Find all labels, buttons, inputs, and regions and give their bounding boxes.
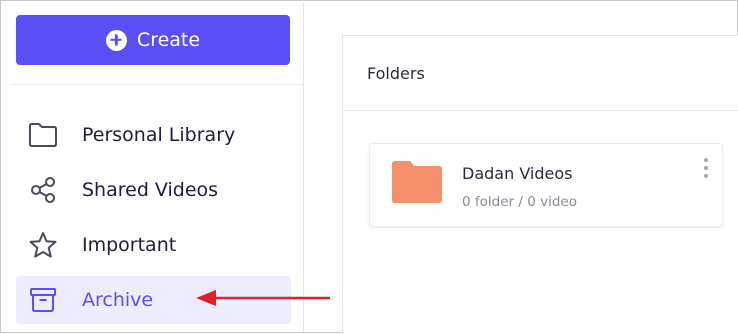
sidebar-divider <box>12 84 304 85</box>
plus-circle-icon <box>105 29 127 51</box>
folder-name: Dadan Videos <box>462 164 573 183</box>
create-button-label: Create <box>136 29 201 51</box>
annotation-arrow-icon <box>196 290 330 306</box>
folder-icon <box>28 120 58 150</box>
folder-card[interactable]: Dadan Videos 0 folder / 0 video <box>369 143 723 227</box>
sidebar-item-label: Personal Library <box>82 124 236 146</box>
sidebar-item-personal-library[interactable]: Personal Library <box>16 111 291 159</box>
sidebar-item-label: Shared Videos <box>82 179 219 201</box>
panel-divider <box>343 110 738 111</box>
folder-meta: 0 folder / 0 video <box>462 194 577 210</box>
sidebar-item-shared-videos[interactable]: Shared Videos <box>16 166 291 214</box>
folder-icon <box>390 158 444 210</box>
section-title: Folders <box>367 64 425 83</box>
more-options-icon[interactable] <box>702 158 710 178</box>
create-button[interactable]: Create <box>16 15 290 65</box>
share-icon <box>28 175 58 205</box>
sidebar-item-label: Important <box>82 234 177 256</box>
sidebar-item-important[interactable]: Important <box>16 221 291 269</box>
folders-panel: Folders Dadan Videos 0 folder / 0 video <box>342 35 738 334</box>
archive-icon <box>28 285 58 315</box>
app-frame: Create Personal Library Shared Videos Im… <box>0 0 738 334</box>
sidebar-item-label: Archive <box>82 289 154 311</box>
sidebar: Create Personal Library Shared Videos Im… <box>2 2 304 332</box>
star-icon <box>28 230 58 260</box>
